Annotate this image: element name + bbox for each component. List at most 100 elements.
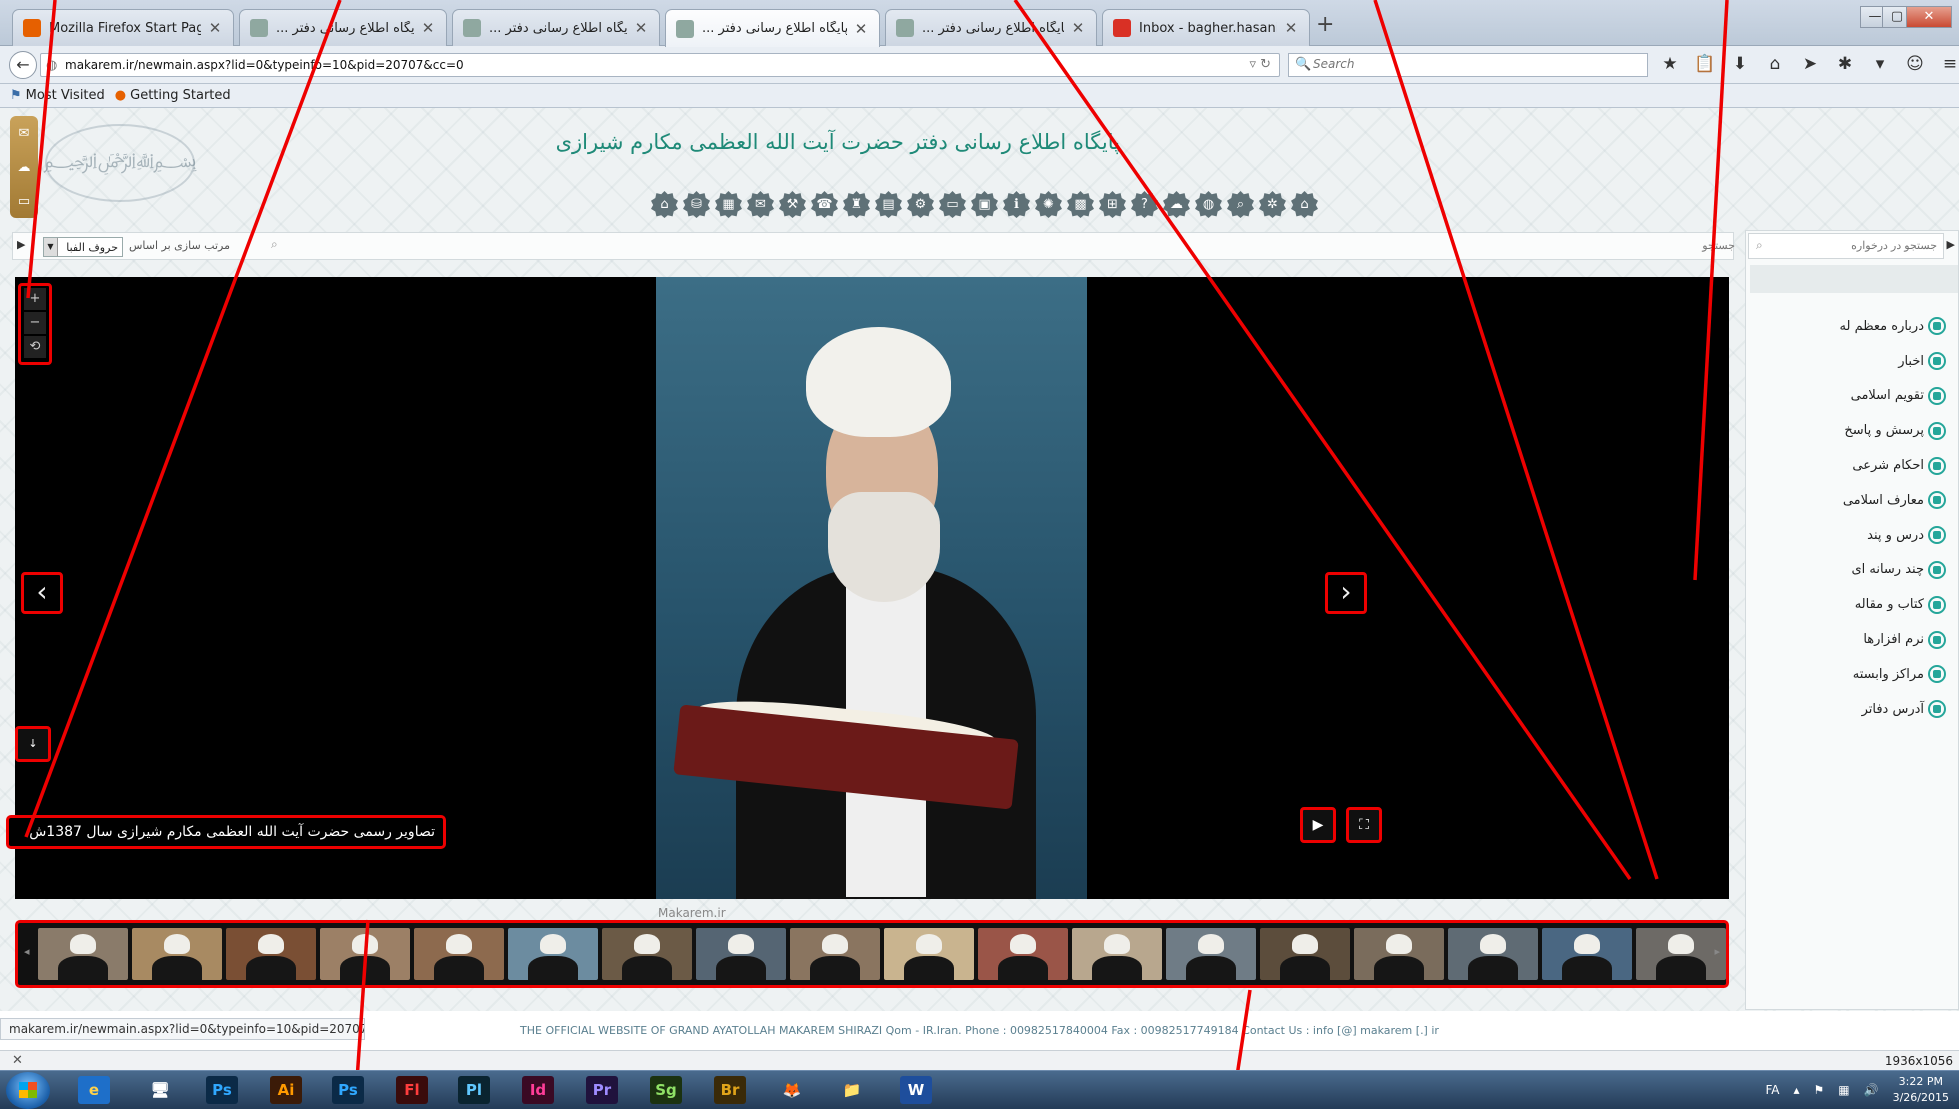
reload-icon[interactable]: ▿ ↻ — [1249, 57, 1271, 72]
photoshop-icon-2[interactable]: Ps — [332, 1076, 364, 1104]
previous-image-button[interactable]: ‹ — [21, 572, 63, 614]
reset-zoom-button[interactable]: ⟲ — [24, 336, 46, 358]
thumbnail[interactable] — [602, 928, 692, 980]
speedgrade-icon[interactable]: Sg — [650, 1076, 682, 1104]
side-gadget[interactable]: ✉ ☁ ▭ — [10, 116, 38, 218]
bookmark-getting-started[interactable]: ● Getting Started — [115, 88, 231, 103]
sidebar-item-software[interactable]: نرم افزارها — [1840, 622, 1946, 657]
window-close-button[interactable]: ✕ — [1906, 6, 1952, 28]
next-image-button[interactable]: › — [1325, 572, 1367, 614]
close-icon[interactable]: ✕ — [207, 19, 223, 37]
thumbnail[interactable] — [1166, 928, 1256, 980]
tab-gmail-inbox[interactable]: Inbox - bagher.hasani@gm... ✕ — [1102, 9, 1310, 46]
house-icon[interactable]: ⌂ — [1291, 191, 1318, 218]
thumbnail[interactable] — [696, 928, 786, 980]
computer-icon[interactable]: 🖥 — [144, 1076, 176, 1104]
info-icon[interactable]: ℹ — [1003, 191, 1030, 218]
globe-icon[interactable]: ◍ — [1195, 191, 1222, 218]
close-icon[interactable]: ✕ — [1283, 19, 1299, 37]
grid-icon[interactable]: ▩ — [1067, 191, 1094, 218]
start-button[interactable] — [6, 1072, 50, 1109]
shop-icon[interactable]: ⛁ — [683, 191, 710, 218]
sidebar-item-qa[interactable]: پرسش و پاسخ — [1840, 413, 1946, 448]
thumbnail[interactable] — [226, 928, 316, 980]
zoom-out-button[interactable]: − — [24, 312, 46, 334]
tv-icon[interactable]: ▭ — [18, 194, 30, 209]
browser-search-box[interactable]: 🔍 — [1288, 53, 1648, 77]
thumbnails-toggle-button[interactable]: ↓ — [15, 726, 51, 762]
sidebar-item-news[interactable]: اخبار — [1840, 344, 1946, 379]
bookmark-star-icon[interactable]: ★ — [1658, 54, 1682, 74]
thumbnail[interactable] — [132, 928, 222, 980]
chat-icon[interactable]: ☁ — [1163, 191, 1190, 218]
thumbnail[interactable] — [1636, 928, 1726, 980]
calendar-icon[interactable]: ▣ — [971, 191, 998, 218]
gallery-search-input[interactable] — [259, 236, 1739, 256]
close-icon[interactable]: ✕ — [853, 20, 869, 38]
chat-icon[interactable]: ☁ — [18, 160, 31, 175]
media-icon[interactable]: ▭ — [939, 191, 966, 218]
clock[interactable]: 3:22 PM 3/26/2015 — [1893, 1074, 1949, 1106]
tab-makarem-active[interactable]: ... پایگاه اطلاع رسانی دفتر ✕ — [665, 9, 880, 47]
thumbnail[interactable] — [1072, 928, 1162, 980]
close-icon[interactable]: ✕ — [12, 1053, 23, 1068]
addon-dropdown-icon[interactable]: ▾ — [1868, 54, 1892, 74]
search-icon[interactable]: ⌕ — [271, 237, 278, 252]
question-icon[interactable]: ? — [1131, 191, 1158, 218]
reading-list-icon[interactable]: 📋 — [1693, 54, 1717, 74]
hello-chat-icon[interactable]: ☺ — [1903, 54, 1927, 74]
bookmark-most-visited[interactable]: ⚑ Most Visited — [10, 88, 105, 103]
thumbnail[interactable] — [38, 928, 128, 980]
bridge-icon[interactable]: Br — [714, 1076, 746, 1104]
thumbnail[interactable] — [1448, 928, 1538, 980]
close-icon[interactable]: ✕ — [1070, 19, 1086, 37]
close-icon[interactable]: ✕ — [420, 19, 436, 37]
volume-icon[interactable]: 🔊 — [1864, 1083, 1879, 1097]
image-viewer[interactable]: Makarem.ir + − ⟲ ‹ › ↓ ▶ ⛶ تصاویر رسمی ح… — [6, 277, 1729, 920]
home-icon[interactable]: ⌂ — [1763, 54, 1787, 74]
tools-icon[interactable]: ⚒ — [779, 191, 806, 218]
close-icon[interactable]: ✕ — [633, 19, 649, 37]
gear-icon[interactable]: ⚙ — [907, 191, 934, 218]
chevron-down-icon[interactable]: ▼ — [44, 238, 58, 256]
folder-icon[interactable]: 📁 — [836, 1076, 868, 1104]
thumbnail[interactable] — [320, 928, 410, 980]
new-tab-button[interactable]: + — [1316, 12, 1334, 37]
mail-icon[interactable]: ✉ — [19, 126, 30, 141]
settings-icon[interactable]: ✲ — [1259, 191, 1286, 218]
browser-search-input[interactable] — [1313, 57, 1633, 71]
url-text[interactable]: makarem.ir/newmain.aspx?lid=0&typeinfo=1… — [65, 58, 464, 72]
firefox-icon[interactable]: 🦊 — [776, 1076, 808, 1104]
building-icon[interactable]: ▦ — [715, 191, 742, 218]
prelude-icon[interactable]: Pl — [458, 1076, 490, 1104]
thumbnail[interactable] — [508, 928, 598, 980]
book-icon[interactable]: ▤ — [875, 191, 902, 218]
flag-icon[interactable]: ⚑ — [1814, 1083, 1825, 1097]
mosque-icon[interactable]: ♜ — [843, 191, 870, 218]
sort-select[interactable]: ▼ حروف الفبا — [43, 237, 123, 257]
indesign-icon[interactable]: Id — [522, 1076, 554, 1104]
thumbnail[interactable] — [1354, 928, 1444, 980]
sidebar-search-input[interactable] — [1748, 233, 1944, 259]
language-indicator[interactable]: FA — [1765, 1083, 1779, 1097]
back-button[interactable]: ← — [9, 51, 37, 79]
download-icon[interactable]: ⬇ — [1728, 54, 1752, 74]
hamburger-menu-icon[interactable]: ≡ — [1938, 54, 1959, 74]
sidebar-item-centers[interactable]: مراکز وابسته — [1840, 657, 1946, 692]
thumbnail[interactable] — [1542, 928, 1632, 980]
mail-icon[interactable]: ✉ — [747, 191, 774, 218]
thumbnail[interactable] — [978, 928, 1068, 980]
network-icon[interactable]: ▦ — [1838, 1083, 1849, 1097]
collapse-arrow-icon[interactable]: ▶ — [17, 238, 25, 251]
home-icon[interactable]: ⌂ — [651, 191, 678, 218]
tab-makarem-1[interactable]: ... پایگاه اطلاع رسانی دفتر ✕ — [239, 9, 447, 46]
tab-firefox-start[interactable]: Mozilla Firefox Start Page ✕ — [12, 9, 234, 46]
illustrator-icon[interactable]: Ai — [270, 1076, 302, 1104]
chevron-left-icon[interactable]: ◂ — [24, 945, 30, 958]
sidebar-item-books[interactable]: کتاب و مقاله — [1840, 587, 1946, 622]
sidebar-item-teachings[interactable]: معارف اسلامی — [1840, 483, 1946, 518]
help-book-icon[interactable]: ⊞ — [1099, 191, 1126, 218]
sidebar-item-calendar[interactable]: تقویم اسلامی — [1840, 379, 1946, 414]
search-icon[interactable]: ⌕ — [1227, 191, 1254, 218]
sidebar-item-lessons[interactable]: درس و پند — [1840, 518, 1946, 553]
